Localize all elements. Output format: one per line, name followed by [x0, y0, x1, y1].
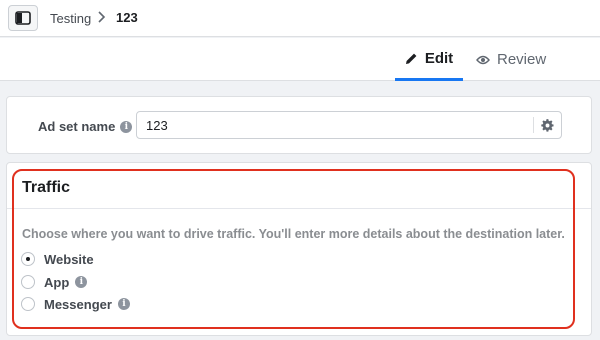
radio-option-messenger[interactable]: Messenger i [21, 295, 130, 313]
tab-edit-label: Edit [424, 49, 454, 67]
info-icon[interactable]: i [117, 298, 130, 310]
info-icon[interactable]: i [75, 276, 88, 288]
radio-label: Messenger [44, 296, 112, 312]
sidebar-panel-icon [15, 11, 31, 25]
traffic-description: Choose where you want to drive traffic. … [22, 227, 565, 241]
radio-label: Website [44, 251, 94, 267]
tab-review-label: Review [497, 51, 547, 68]
radio-option-app[interactable]: App i [21, 273, 88, 291]
tab-review[interactable]: Review [476, 38, 546, 81]
ad-set-name-input[interactable] [137, 112, 531, 138]
gear-icon[interactable] [538, 117, 556, 133]
sidebar-toggle-button[interactable] [8, 5, 38, 31]
pencil-icon [405, 52, 418, 65]
ad-set-name-card: Ad set name i [6, 96, 592, 154]
radio-button[interactable] [21, 252, 35, 266]
chevron-right-icon [96, 10, 106, 29]
ad-set-name-label-text: Ad set name [38, 119, 116, 134]
tab-bar: Edit Review [0, 38, 600, 81]
info-icon[interactable]: i [120, 120, 133, 133]
radio-option-website[interactable]: Website [21, 250, 94, 268]
input-divider [533, 117, 534, 133]
radio-label: App [44, 274, 70, 290]
top-bar: Testing 123 [0, 0, 600, 37]
breadcrumb-parent[interactable]: Testing [50, 11, 91, 26]
radio-button[interactable] [21, 275, 35, 289]
ad-set-name-field [136, 111, 562, 139]
radio-button[interactable] [21, 297, 35, 311]
breadcrumb-current: 123 [116, 10, 138, 25]
eye-icon [476, 55, 490, 65]
traffic-title: Traffic [22, 179, 71, 196]
tab-edit[interactable]: Edit [395, 38, 463, 81]
ad-set-name-label: Ad set name i [38, 119, 133, 134]
